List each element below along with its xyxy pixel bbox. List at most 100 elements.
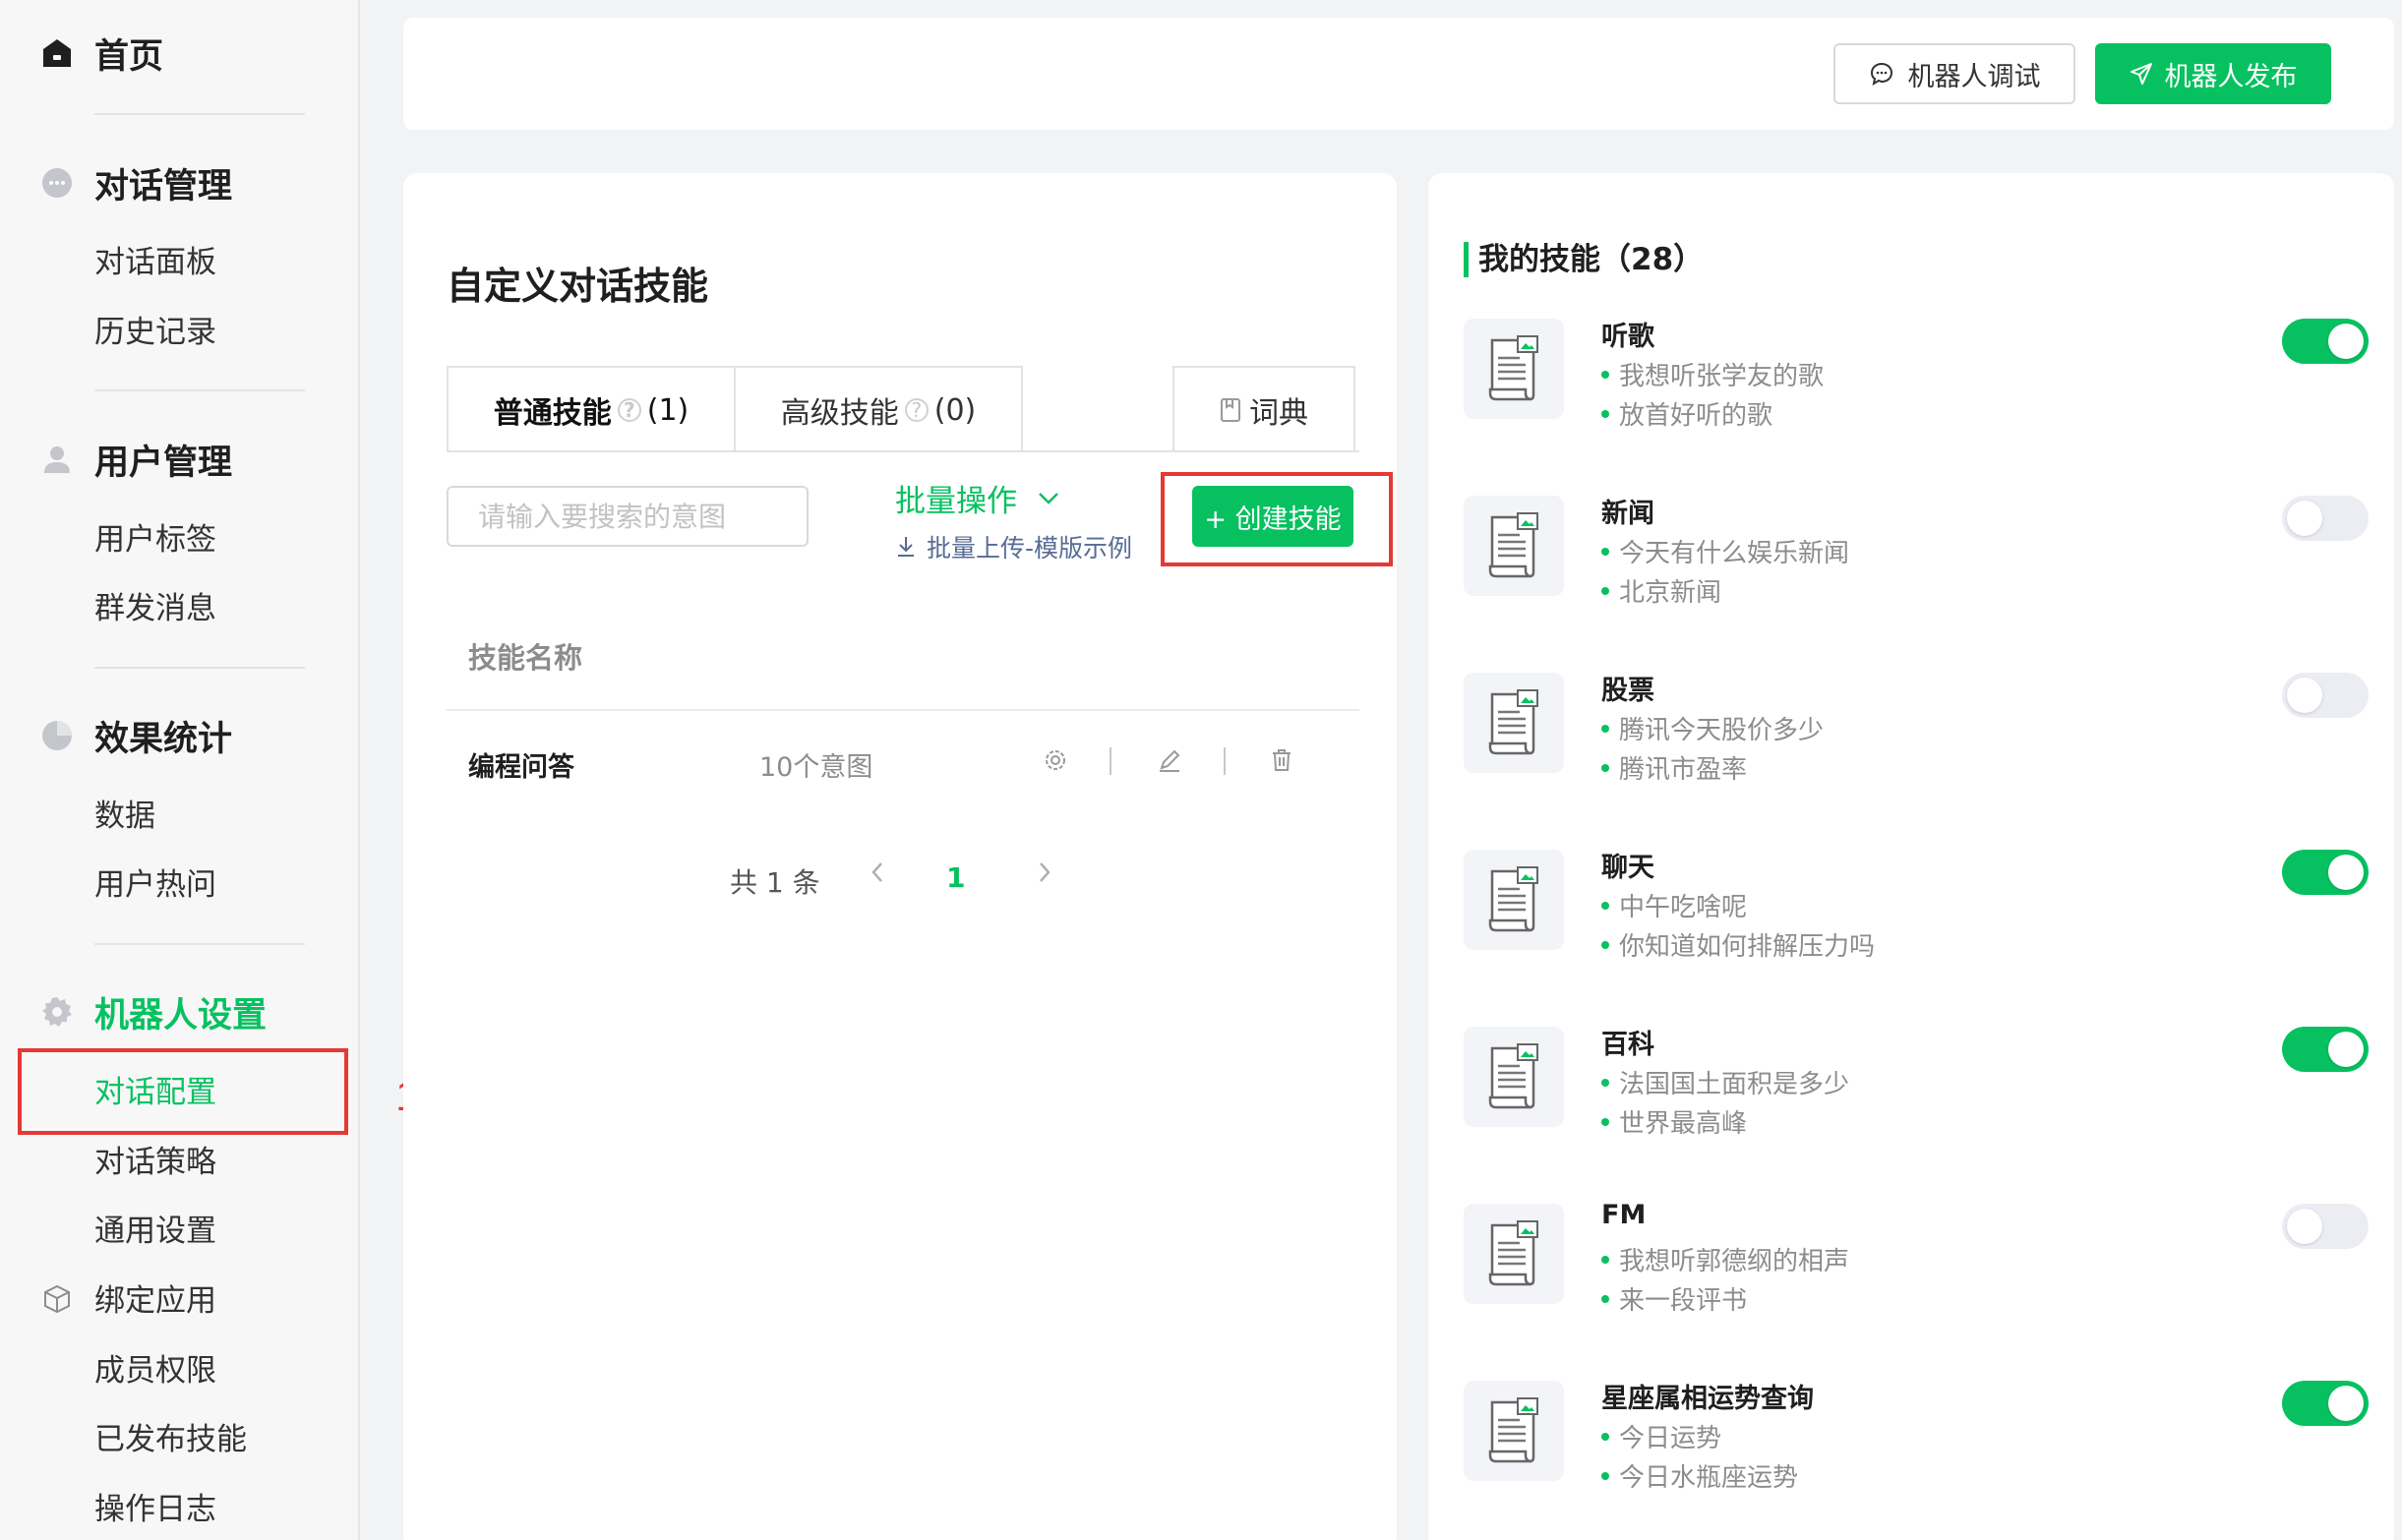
nav-section-stats-title: 效果统计	[94, 711, 232, 761]
nav-home-link[interactable]: 首页	[0, 24, 360, 83]
pie-chart-icon	[37, 719, 77, 752]
nav-section-stats-head[interactable]: 效果统计	[0, 706, 360, 765]
sidebar-item-user-tags[interactable]: 用户标签	[94, 515, 216, 564]
bullet-icon	[1601, 941, 1609, 949]
sidebar-item-general-settings[interactable]: 通用设置	[94, 1207, 216, 1256]
skill-toggle[interactable]	[2282, 1204, 2369, 1249]
nav-section-user-title: 用户管理	[94, 435, 232, 485]
nav-section-dialog-title: 对话管理	[94, 158, 232, 208]
skill-name: 听歌	[1601, 315, 1654, 353]
skill-toggle[interactable]	[2282, 1381, 2369, 1426]
sidebar-item-data[interactable]: 数据	[94, 792, 155, 841]
skill-item-4: 百科 法国国土面积是多少 世界最高峰	[1464, 1027, 2369, 1145]
skill-toggle[interactable]	[2282, 1027, 2369, 1072]
my-skills-title: 我的技能（28）	[1464, 242, 1704, 277]
book-icon	[1220, 397, 1241, 423]
gear-icon	[37, 995, 77, 1029]
chat-icon	[1869, 61, 1894, 87]
help-icon[interactable]: ?	[618, 398, 641, 422]
bot-debug-button[interactable]: 机器人调试	[1833, 43, 2075, 104]
cube-icon	[41, 1283, 73, 1319]
sidebar-item-published-skills[interactable]: 已发布技能	[94, 1415, 247, 1464]
nav-section-bot-settings-head[interactable]: 机器人设置	[0, 982, 360, 1041]
skill-name: 聊天	[1601, 846, 1654, 884]
nav-section-user: 用户管理	[0, 430, 360, 489]
document-icon	[1464, 673, 1564, 773]
nav-section-bot-settings: 机器人设置	[0, 982, 360, 1041]
bullet-icon	[1601, 587, 1609, 595]
batch-operation-label: 批量操作	[895, 476, 1017, 520]
skill-example: 今日水瓶座运势	[1619, 1457, 1798, 1494]
bot-publish-label: 机器人发布	[2165, 55, 2298, 93]
skill-toggle[interactable]	[2282, 319, 2369, 364]
sidebar-item-member-permissions[interactable]: 成员权限	[94, 1346, 216, 1395]
skill-example: 法国国土面积是多少	[1619, 1064, 1849, 1100]
send-icon	[2130, 62, 2153, 86]
help-icon[interactable]: ?	[905, 398, 929, 422]
bullet-icon	[1601, 902, 1609, 910]
table-header-divider	[447, 709, 1359, 711]
document-icon	[1464, 319, 1564, 419]
divider	[94, 943, 305, 945]
sidebar: 首页 对话管理 对话面板 历史记录 用户管理 用户标签 群发消息 效果统	[0, 0, 360, 1540]
divider	[94, 113, 305, 115]
chat-bubble-icon	[37, 166, 77, 200]
bot-publish-button[interactable]: 机器人发布	[2095, 43, 2331, 104]
tab-advanced-count: (0)	[934, 393, 977, 428]
document-icon	[1464, 1204, 1564, 1304]
skill-name-cell: 编程问答	[468, 745, 574, 784]
skill-example: 我想听郭德纲的相声	[1619, 1241, 1849, 1277]
document-icon	[1464, 1027, 1564, 1127]
toggle-knob	[2328, 1386, 2364, 1421]
skill-example: 腾讯今天股价多少	[1619, 710, 1824, 746]
sidebar-item-broadcast[interactable]: 群发消息	[94, 584, 216, 633]
skill-example: 我想听张学友的歌	[1619, 356, 1824, 392]
sidebar-item-hot-questions[interactable]: 用户热问	[94, 860, 216, 910]
nav-section-dialog: 对话管理	[0, 153, 360, 212]
bullet-icon	[1601, 1256, 1609, 1264]
chevron-left-icon[interactable]	[868, 858, 887, 894]
dictionary-button[interactable]: 词典	[1172, 366, 1355, 452]
pagination-page[interactable]: 1	[946, 861, 965, 894]
skill-toggle[interactable]	[2282, 673, 2369, 718]
intent-search-input[interactable]	[447, 486, 809, 547]
sidebar-item-history[interactable]: 历史记录	[94, 308, 216, 357]
batch-upload-link[interactable]: 批量上传-模版示例	[895, 529, 1132, 564]
tab-normal-skills[interactable]: 普通技能 ? (1)	[447, 366, 736, 452]
settings-icon[interactable]	[1039, 743, 1072, 777]
nav-section-bot-settings-title: 机器人设置	[94, 987, 267, 1037]
skill-example: 来一段评书	[1619, 1280, 1747, 1317]
bullet-icon	[1601, 548, 1609, 556]
edit-icon[interactable]	[1153, 743, 1186, 777]
tabs-divider	[447, 450, 1359, 452]
skill-name: 百科	[1601, 1023, 1654, 1061]
trash-icon[interactable]	[1265, 743, 1298, 777]
skill-name: 股票	[1601, 669, 1654, 707]
toggle-knob	[2328, 855, 2364, 890]
chevron-right-icon[interactable]	[1035, 858, 1054, 894]
highlight-box	[18, 1048, 348, 1135]
toggle-knob	[2328, 1032, 2364, 1067]
skill-item-1: 新闻 今天有什么娱乐新闻 北京新闻	[1464, 496, 2369, 614]
pagination-total: 共 1 条	[730, 861, 820, 901]
sidebar-item-operation-log[interactable]: 操作日志	[94, 1485, 216, 1534]
skill-item-6: 星座属相运势查询 今日运势 今日水瓶座运势	[1464, 1381, 2369, 1499]
sidebar-item-dialog-strategy[interactable]: 对话策略	[94, 1138, 216, 1187]
skill-toggle[interactable]	[2282, 496, 2369, 541]
nav-section-dialog-head[interactable]: 对话管理	[0, 153, 360, 212]
document-icon	[1464, 496, 1564, 596]
nav-section-user-head[interactable]: 用户管理	[0, 430, 360, 489]
sidebar-item-bind-app[interactable]: 绑定应用	[94, 1276, 216, 1326]
intent-count-cell: 10个意图	[759, 745, 872, 784]
batch-operation-dropdown[interactable]: 批量操作	[895, 476, 1060, 520]
skill-example: 今天有什么娱乐新闻	[1619, 533, 1849, 569]
top-toolbar: 机器人调试 机器人发布	[403, 18, 2394, 130]
tab-advanced-skills[interactable]: 高级技能 ? (0)	[734, 366, 1023, 452]
skill-toggle[interactable]	[2282, 850, 2369, 895]
divider	[1224, 747, 1226, 775]
nav-home[interactable]: 首页	[0, 24, 360, 83]
sidebar-item-dialog-board[interactable]: 对话面板	[94, 238, 216, 287]
bot-debug-label: 机器人调试	[1908, 55, 2041, 93]
highlight-box	[1161, 472, 1393, 566]
divider	[1110, 747, 1111, 775]
